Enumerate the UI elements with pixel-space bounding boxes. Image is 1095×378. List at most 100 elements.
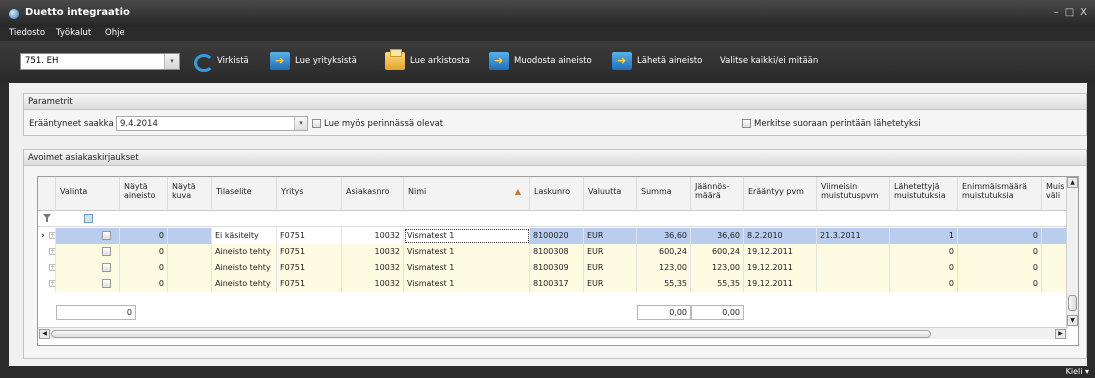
read-archive-button[interactable]: Lue arkistosta: [385, 49, 470, 71]
col-jaannos[interactable]: Jäännös-määrä: [691, 177, 744, 211]
nimi-cell: Vismatest 1: [404, 260, 530, 276]
lahetetty-cell: 0: [890, 244, 958, 260]
menu-ohje[interactable]: Ohje: [105, 28, 125, 38]
company-combo[interactable]: 751. EH ▾: [20, 53, 180, 70]
table-row[interactable]: + 0 Aineisto tehty F0751 10032 Vismatest…: [38, 244, 1068, 260]
col-laskunro[interactable]: Laskunro: [530, 177, 584, 211]
laskunro-cell: 8100317: [530, 276, 584, 292]
col-viimeisin[interactable]: Viimeisin muistutuspvm: [817, 177, 890, 211]
yritys-cell: F0751: [277, 244, 342, 260]
kuva-cell: [168, 276, 212, 292]
valinta-cell[interactable]: [56, 260, 120, 276]
col-asiakasnro[interactable]: Asiakasnro: [342, 177, 404, 211]
table-row[interactable]: + 0 Aineisto tehty F0751 10032 Vismatest…: [38, 260, 1068, 276]
laskunro-cell: 8100020: [530, 228, 584, 244]
language-menu[interactable]: Kieli ▾: [1066, 367, 1089, 376]
col-yritys[interactable]: Yritys: [277, 177, 342, 211]
row-indicator: +: [38, 276, 56, 292]
read-collection-checkbox[interactable]: [312, 119, 321, 128]
vertical-scroll-thumb[interactable]: [1068, 295, 1077, 311]
build-material-button[interactable]: Muodosta aineisto: [489, 51, 592, 71]
expand-icon[interactable]: +: [49, 280, 55, 287]
read-collection-label: Lue myös perinnässä olevat: [324, 119, 444, 129]
filter-icon[interactable]: [43, 214, 51, 223]
total-nayta: 0: [56, 305, 136, 320]
maximize-icon[interactable]: □: [1065, 7, 1074, 18]
enimmais-cell: 0: [958, 228, 1042, 244]
build-icon: [489, 52, 509, 70]
jaannos-cell: 600,24: [691, 244, 744, 260]
col-valinta[interactable]: Valinta: [56, 177, 120, 211]
col-tilaselite[interactable]: Tilaselite: [212, 177, 277, 211]
read-companies-label: Lue yrityksistä: [295, 56, 357, 66]
close-icon[interactable]: X: [1080, 7, 1087, 18]
scroll-up-icon[interactable]: ▲: [1067, 177, 1078, 188]
viimeisin-cell: [817, 276, 890, 292]
expand-icon[interactable]: +: [49, 232, 55, 239]
menu-tiedosto[interactable]: Tiedosto: [9, 28, 45, 38]
chevron-down-icon[interactable]: ▾: [294, 117, 307, 130]
col-valuutta[interactable]: Valuutta: [584, 177, 637, 211]
nayta-cell: 0: [120, 228, 168, 244]
row-checkbox[interactable]: [102, 231, 111, 240]
expand-icon[interactable]: +: [49, 248, 55, 255]
scroll-down-icon[interactable]: ▼: [1067, 315, 1078, 326]
parameters-panel: Parametrit Erääntyneet saakka 9.4.2014 ▾…: [23, 93, 1087, 136]
col-summa[interactable]: Summa: [637, 177, 691, 211]
open-entries-title: Avoimet asiakaskirjaukset: [24, 150, 1086, 166]
muis-vali-cell: [1042, 276, 1068, 292]
nayta-cell: 0: [120, 260, 168, 276]
valinta-cell[interactable]: [56, 276, 120, 292]
yritys-cell: F0751: [277, 260, 342, 276]
laskunro-cell: 8100308: [530, 244, 584, 260]
window-title: Duetto integraatio: [25, 7, 130, 18]
mark-sent-checkbox[interactable]: [742, 119, 751, 128]
col-enimmais[interactable]: Enimmäismäärä muistutuksia: [958, 177, 1042, 211]
scroll-left-icon[interactable]: ◀: [39, 329, 50, 339]
due-date-picker[interactable]: 9.4.2014 ▾: [116, 116, 308, 131]
enimmais-cell: 0: [958, 276, 1042, 292]
col-nayta-kuva[interactable]: Näytä kuva: [168, 177, 212, 211]
col-lahetetty[interactable]: Lähetettyjä muistutuksia: [890, 177, 958, 211]
tila-cell: Aineisto tehty: [212, 276, 277, 292]
col-nayta-aineisto[interactable]: Näytä aineisto: [120, 177, 168, 211]
select-all-label: Valitse kaikki/ei mitään: [720, 56, 819, 66]
horizontal-scrollbar[interactable]: ◀ ▶: [38, 327, 1068, 339]
col-erapvm[interactable]: Erääntyy pvm: [744, 177, 817, 211]
menu-tyokalut[interactable]: Työkalut: [56, 28, 91, 38]
row-checkbox[interactable]: [102, 279, 111, 288]
vertical-scrollbar[interactable]: ▲ ▼: [1066, 177, 1078, 327]
table-row[interactable]: + 0 Aineisto tehty F0751 10032 Vismatest…: [38, 276, 1068, 292]
col-nimi[interactable]: Nimi ▲: [404, 177, 530, 211]
chevron-down-icon[interactable]: ▾: [164, 54, 179, 69]
select-all-button[interactable]: Valitse kaikki/ei mitään: [720, 51, 818, 71]
erapvm-cell: 8.2.2010: [744, 228, 817, 244]
table-row[interactable]: › + 0 Ei käsitelty F0751 10032 Vismatest…: [38, 228, 1068, 244]
import-icon: [270, 52, 290, 70]
due-date-value: 9.4.2014: [120, 119, 158, 129]
nimi-cell: Vismatest 1: [404, 228, 530, 244]
window-controls: – □ X: [1054, 7, 1087, 18]
asiakasnro-cell: 10032: [342, 228, 404, 244]
send-material-label: Lähetä aineisto: [637, 56, 703, 66]
minimize-icon[interactable]: –: [1054, 7, 1059, 18]
filter-row: [38, 211, 1068, 227]
row-checkbox[interactable]: [102, 247, 111, 256]
archive-icon: [385, 49, 405, 70]
select-all-checkbox[interactable]: [84, 214, 93, 223]
row-indicator: +: [38, 244, 56, 260]
read-companies-button[interactable]: Lue yrityksistä: [270, 51, 357, 71]
row-indicator-header: [38, 177, 56, 211]
valinta-cell[interactable]: [56, 228, 120, 244]
row-checkbox[interactable]: [102, 263, 111, 272]
valinta-cell[interactable]: [56, 244, 120, 260]
expand-icon[interactable]: +: [49, 264, 55, 271]
send-material-button[interactable]: Lähetä aineisto: [612, 51, 702, 71]
erapvm-cell: 19.12.2011: [744, 260, 817, 276]
col-muis-vali[interactable]: Muis väli: [1042, 177, 1068, 211]
horizontal-scroll-thumb[interactable]: [51, 330, 931, 338]
refresh-button[interactable]: Virkistä: [192, 51, 249, 72]
scroll-right-icon[interactable]: ▶: [1055, 329, 1066, 339]
muis-vali-cell: [1042, 228, 1068, 244]
mark-sent-label: Merkitse suoraan perintään lähetetyksi: [754, 119, 921, 129]
